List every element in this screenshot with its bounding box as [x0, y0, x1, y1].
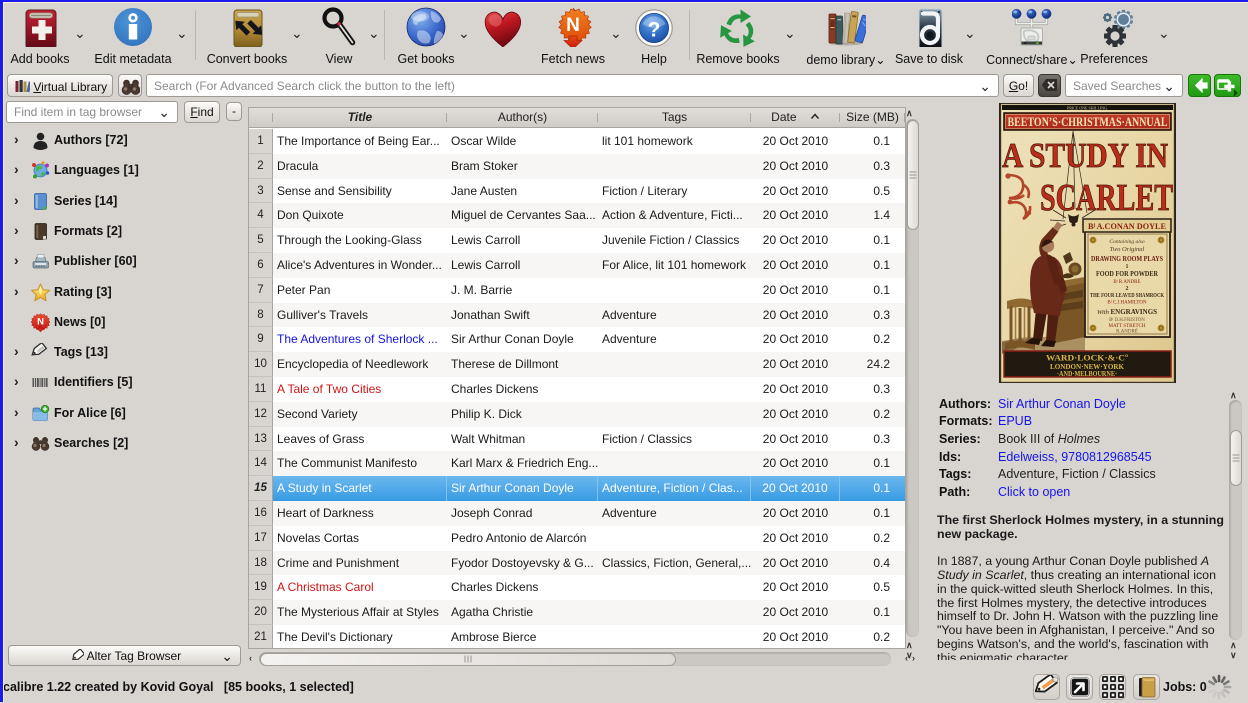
svg-text:N: N [37, 316, 44, 327]
svg-text:MATT STRETCH: MATT STRETCH [1109, 324, 1146, 329]
svg-text:R.ANDRÉ: R.ANDRÉ [1116, 329, 1138, 335]
svg-text:Bʲ C.J.HAMILTON: Bʲ C.J.HAMILTON [1107, 300, 1147, 306]
svg-text:Containing also: Containing also [1109, 239, 1145, 245]
svg-text:Bʲ R.ANDRE: Bʲ R.ANDRE [1113, 279, 1140, 285]
svg-text:SCARLET: SCARLET [1040, 177, 1173, 219]
svg-text:A STUDY IN: A STUDY IN [1002, 136, 1168, 175]
svg-text:Bʲ D.H.FRISTON: Bʲ D.H.FRISTON [1109, 317, 1145, 323]
svg-text:N: N [566, 15, 580, 36]
svg-text:2: 2 [1126, 286, 1129, 292]
svg-text:DRAWING ROOM PLAYS: DRAWING ROOM PLAYS [1091, 254, 1163, 263]
svg-text:WARD·LOCK·&·Cº: WARD·LOCK·&·Cº [1046, 353, 1128, 363]
svg-text:THE FOUR LEAVED SHAMROCK: THE FOUR LEAVED SHAMROCK [1090, 293, 1164, 299]
svg-text:PRICE ONE SHILLING: PRICE ONE SHILLING [1067, 105, 1107, 110]
svg-text:BEETON’S·CHRISTMAS·ANNUAL: BEETON’S·CHRISTMAS·ANNUAL [1008, 115, 1168, 129]
svg-text:FOOD FOR POWDER: FOOD FOR POWDER [1096, 270, 1159, 278]
svg-text:?: ? [648, 19, 661, 42]
svg-text:·AND·MELBOURNE·: ·AND·MELBOURNE· [1057, 370, 1117, 378]
svg-text:Two Original: Two Original [1110, 246, 1145, 253]
svg-text:Bʲ A.CONAN DOYLE: Bʲ A.CONAN DOYLE [1088, 221, 1166, 231]
svg-text:With ENGRAVINGS: With ENGRAVINGS [1097, 308, 1157, 316]
